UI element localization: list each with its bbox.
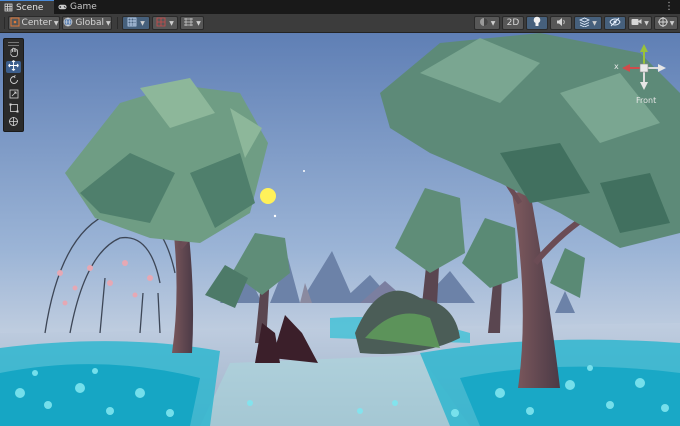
scene-render [0,33,680,426]
window-tab-bar: Scene Game ⋮ [0,0,680,14]
speaker-icon [556,17,567,30]
lightbulb-icon [533,16,541,30]
chevron-down-icon: ▼ [490,19,496,27]
chevron-down-icon: ▼ [592,19,597,27]
chevron-down-icon: ▼ [169,19,174,27]
rect-transform-icon [9,103,19,116]
pivot-mode-label: Center [21,18,52,28]
globe-icon [63,17,73,30]
move-arrows-icon [8,60,19,74]
move-tool-button[interactable] [6,60,21,74]
gizmo-view-label[interactable]: Front [636,96,656,105]
tab-scene[interactable]: Scene [0,0,54,14]
rect-tool-button[interactable] [6,103,21,115]
gamepad-icon [58,3,67,12]
toggle-2d-button[interactable]: 2D [502,16,524,30]
scale-tool-button[interactable] [6,89,21,101]
camera-icon [631,17,642,29]
hand-icon [9,47,19,60]
pivot-mode-dropdown[interactable]: Center ▼ [8,16,60,30]
hand-tool-button[interactable] [6,47,21,59]
grid-visibility-dropdown[interactable]: ▼ [180,16,204,30]
shading-mode-icon [479,17,489,30]
grid-plane-icon [183,17,194,30]
grid-icon [4,3,13,12]
gizmo-axis-x-label: x [614,62,619,71]
effects-dropdown[interactable]: ▼ [574,16,602,30]
rotate-tool-button[interactable] [6,74,21,88]
scene-camera-dropdown[interactable]: ▼ [628,16,652,30]
rotate-icon [9,74,19,88]
scene-viewport[interactable] [0,33,680,426]
scene-toolbar: Center ▼ Global ▼ ▼ ▼ ▼ ▼ 2D ▼ ▼ ▼ [0,14,680,33]
toggle-2d-label: 2D [506,18,520,28]
hidden-objects-toggle[interactable] [604,16,626,30]
tab-game[interactable]: Game [54,0,112,14]
gizmo-globe-icon [657,16,668,30]
chevron-down-icon: ▼ [53,19,59,27]
eye-slash-icon [609,17,621,30]
gizmos-dropdown[interactable]: ▼ [654,16,678,30]
tools-overlay [3,38,24,132]
chevron-down-icon: ▼ [140,19,145,27]
overlay-drag-handle[interactable] [8,42,19,46]
chevron-down-icon: ▼ [106,19,111,27]
pivot-center-icon [10,17,20,30]
toolbar-separator [117,17,118,29]
snap-magnet-icon [156,17,167,30]
space-mode-label: Global [75,18,105,28]
chevron-down-icon: ▼ [644,19,649,27]
effects-layers-icon [579,17,591,30]
chevron-down-icon: ▼ [196,19,201,27]
tab-scene-label: Scene [16,2,44,13]
toolbar-grip [4,17,5,29]
chevron-down-icon: ▼ [669,19,675,27]
space-mode-dropdown[interactable]: Global ▼ [62,16,112,30]
audio-toggle[interactable] [550,16,572,30]
transform-tool-button[interactable] [6,117,21,129]
grid-snap-icon [127,17,138,30]
grid-snap-toggle[interactable]: ▼ [122,16,150,30]
tab-game-label: Game [70,2,97,12]
draw-mode-dropdown[interactable]: ▼ [474,16,500,30]
incremental-snap-toggle[interactable]: ▼ [152,16,178,30]
scene-lighting-toggle[interactable] [526,16,548,30]
scale-icon [9,89,19,102]
transform-icon [8,116,19,130]
more-options-icon[interactable]: ⋮ [664,1,674,13]
